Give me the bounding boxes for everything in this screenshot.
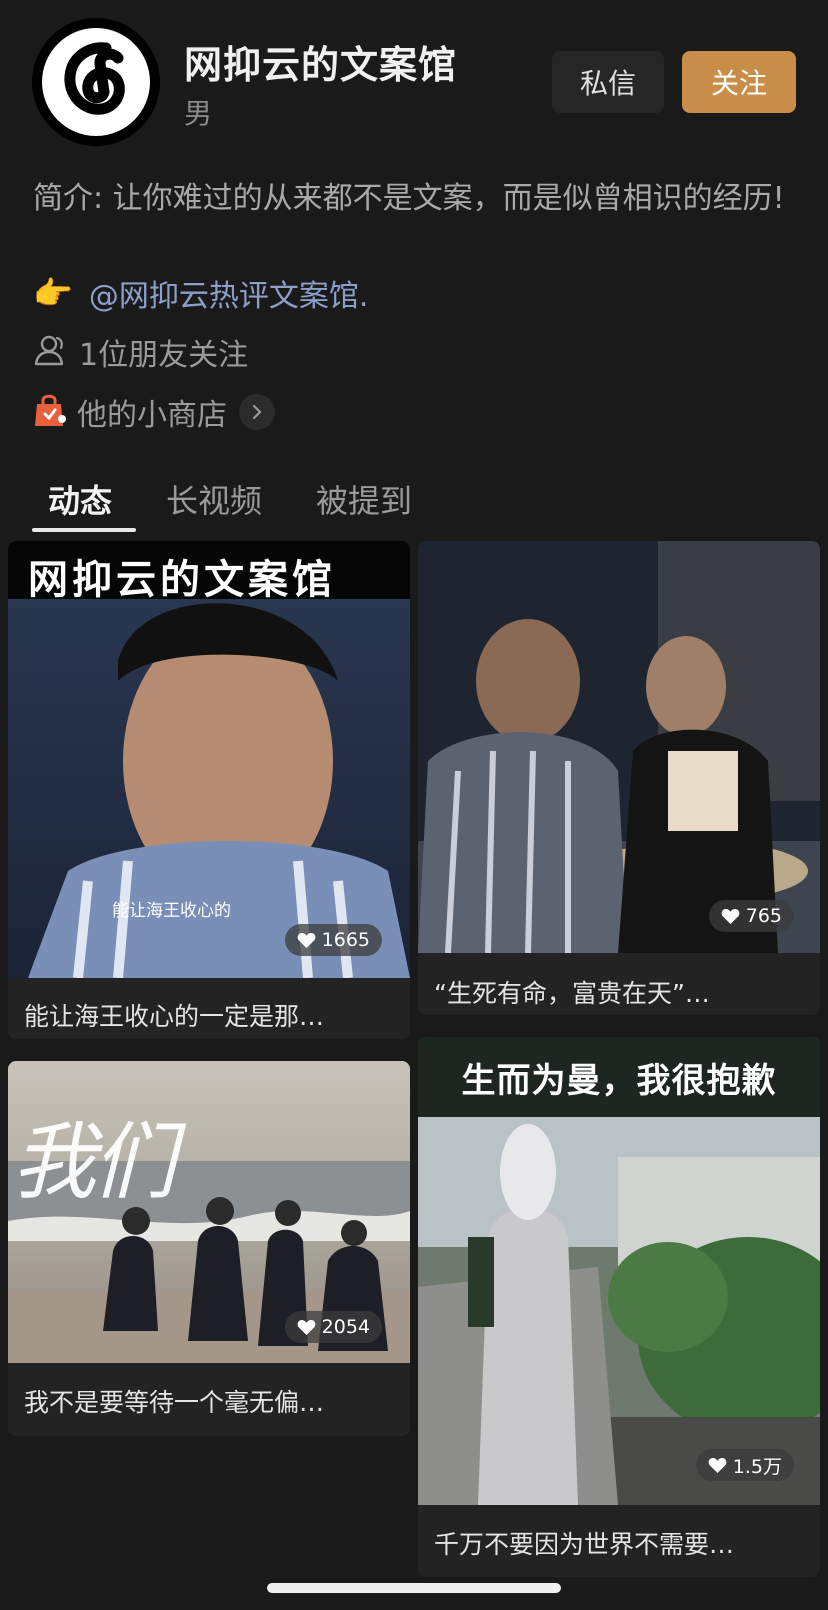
shopping-bag-icon (33, 392, 67, 432)
heart-icon (721, 908, 740, 924)
friends-following-text: 1位朋友关注 (79, 338, 249, 373)
avatar[interactable] (32, 18, 160, 146)
post-caption: 千万不要因为世界不需要… (434, 1530, 735, 1559)
post-video-subtitle: 能让海王收心的 (112, 901, 231, 921)
tab-mentioned[interactable]: 被提到 (316, 476, 412, 522)
shop-row[interactable]: 他的小商店 (33, 387, 275, 437)
post-card[interactable]: 网抑云的文案馆 能让海王收心的 1665 能让海王收心的一定是那… (8, 541, 410, 1039)
likes-count: 2054 (321, 1316, 370, 1338)
friends-following-row[interactable]: 1位朋友关注 (33, 329, 248, 375)
heart-icon (297, 1319, 316, 1335)
chevron-right-icon[interactable] (239, 394, 275, 430)
post-thumbnail (418, 1037, 820, 1505)
tab-long-videos[interactable]: 长视频 (166, 476, 262, 522)
post-overlay-title: 我们 (12, 1113, 176, 1211)
post-overlay-title: 生而为曼，我很抱歉 (461, 1061, 777, 1101)
post-card[interactable]: 我们 2054 我不是要等待一个毫无偏… (8, 1061, 410, 1436)
profile-gender: 男 (184, 97, 213, 130)
netease-music-logo-icon (32, 18, 160, 146)
heart-icon (708, 1457, 727, 1473)
home-indicator[interactable] (267, 1583, 561, 1593)
profile-bio: 简介: 让你难过的从来都不是文案，而是似曾相识的经历! (33, 181, 785, 216)
mention-row: 👉 @网抑云热评文案馆. (33, 268, 368, 318)
active-tab-indicator (32, 528, 136, 532)
likes-badge: 2054 (284, 1311, 382, 1343)
likes-count: 1665 (321, 929, 370, 951)
message-button[interactable]: 私信 (552, 51, 664, 113)
likes-count: 765 (745, 905, 782, 927)
mention-link[interactable]: @网抑云热评文案馆. (89, 271, 369, 315)
likes-badge: 765 (708, 900, 794, 932)
post-card[interactable]: 生而为曼，我很抱歉 1.5万 千万不要因为世界不需要… (418, 1037, 820, 1577)
shop-text: 他的小商店 (77, 398, 227, 433)
follow-button[interactable]: 关注 (682, 51, 796, 113)
post-card[interactable]: 765 “生死有命，富贵在天”… (418, 541, 820, 1015)
pointing-hand-icon: 👉 (33, 274, 73, 312)
profile-name: 网抑云的文案馆 (184, 43, 458, 87)
likes-badge: 1.5万 (695, 1449, 794, 1481)
person-outline-icon (33, 333, 69, 371)
post-overlay-title: 网抑云的文案馆 (28, 556, 336, 603)
likes-count: 1.5万 (732, 1455, 782, 1478)
post-caption: 能让海王收心的一定是那… (24, 1002, 325, 1031)
post-caption: 我不是要等待一个毫无偏… (24, 1388, 325, 1417)
post-thumbnail (418, 541, 820, 953)
tab-dynamics[interactable]: 动态 (48, 476, 112, 522)
heart-icon (297, 932, 316, 948)
likes-badge: 1665 (284, 924, 382, 956)
post-caption: “生死有命，富贵在天”… (434, 979, 710, 1008)
